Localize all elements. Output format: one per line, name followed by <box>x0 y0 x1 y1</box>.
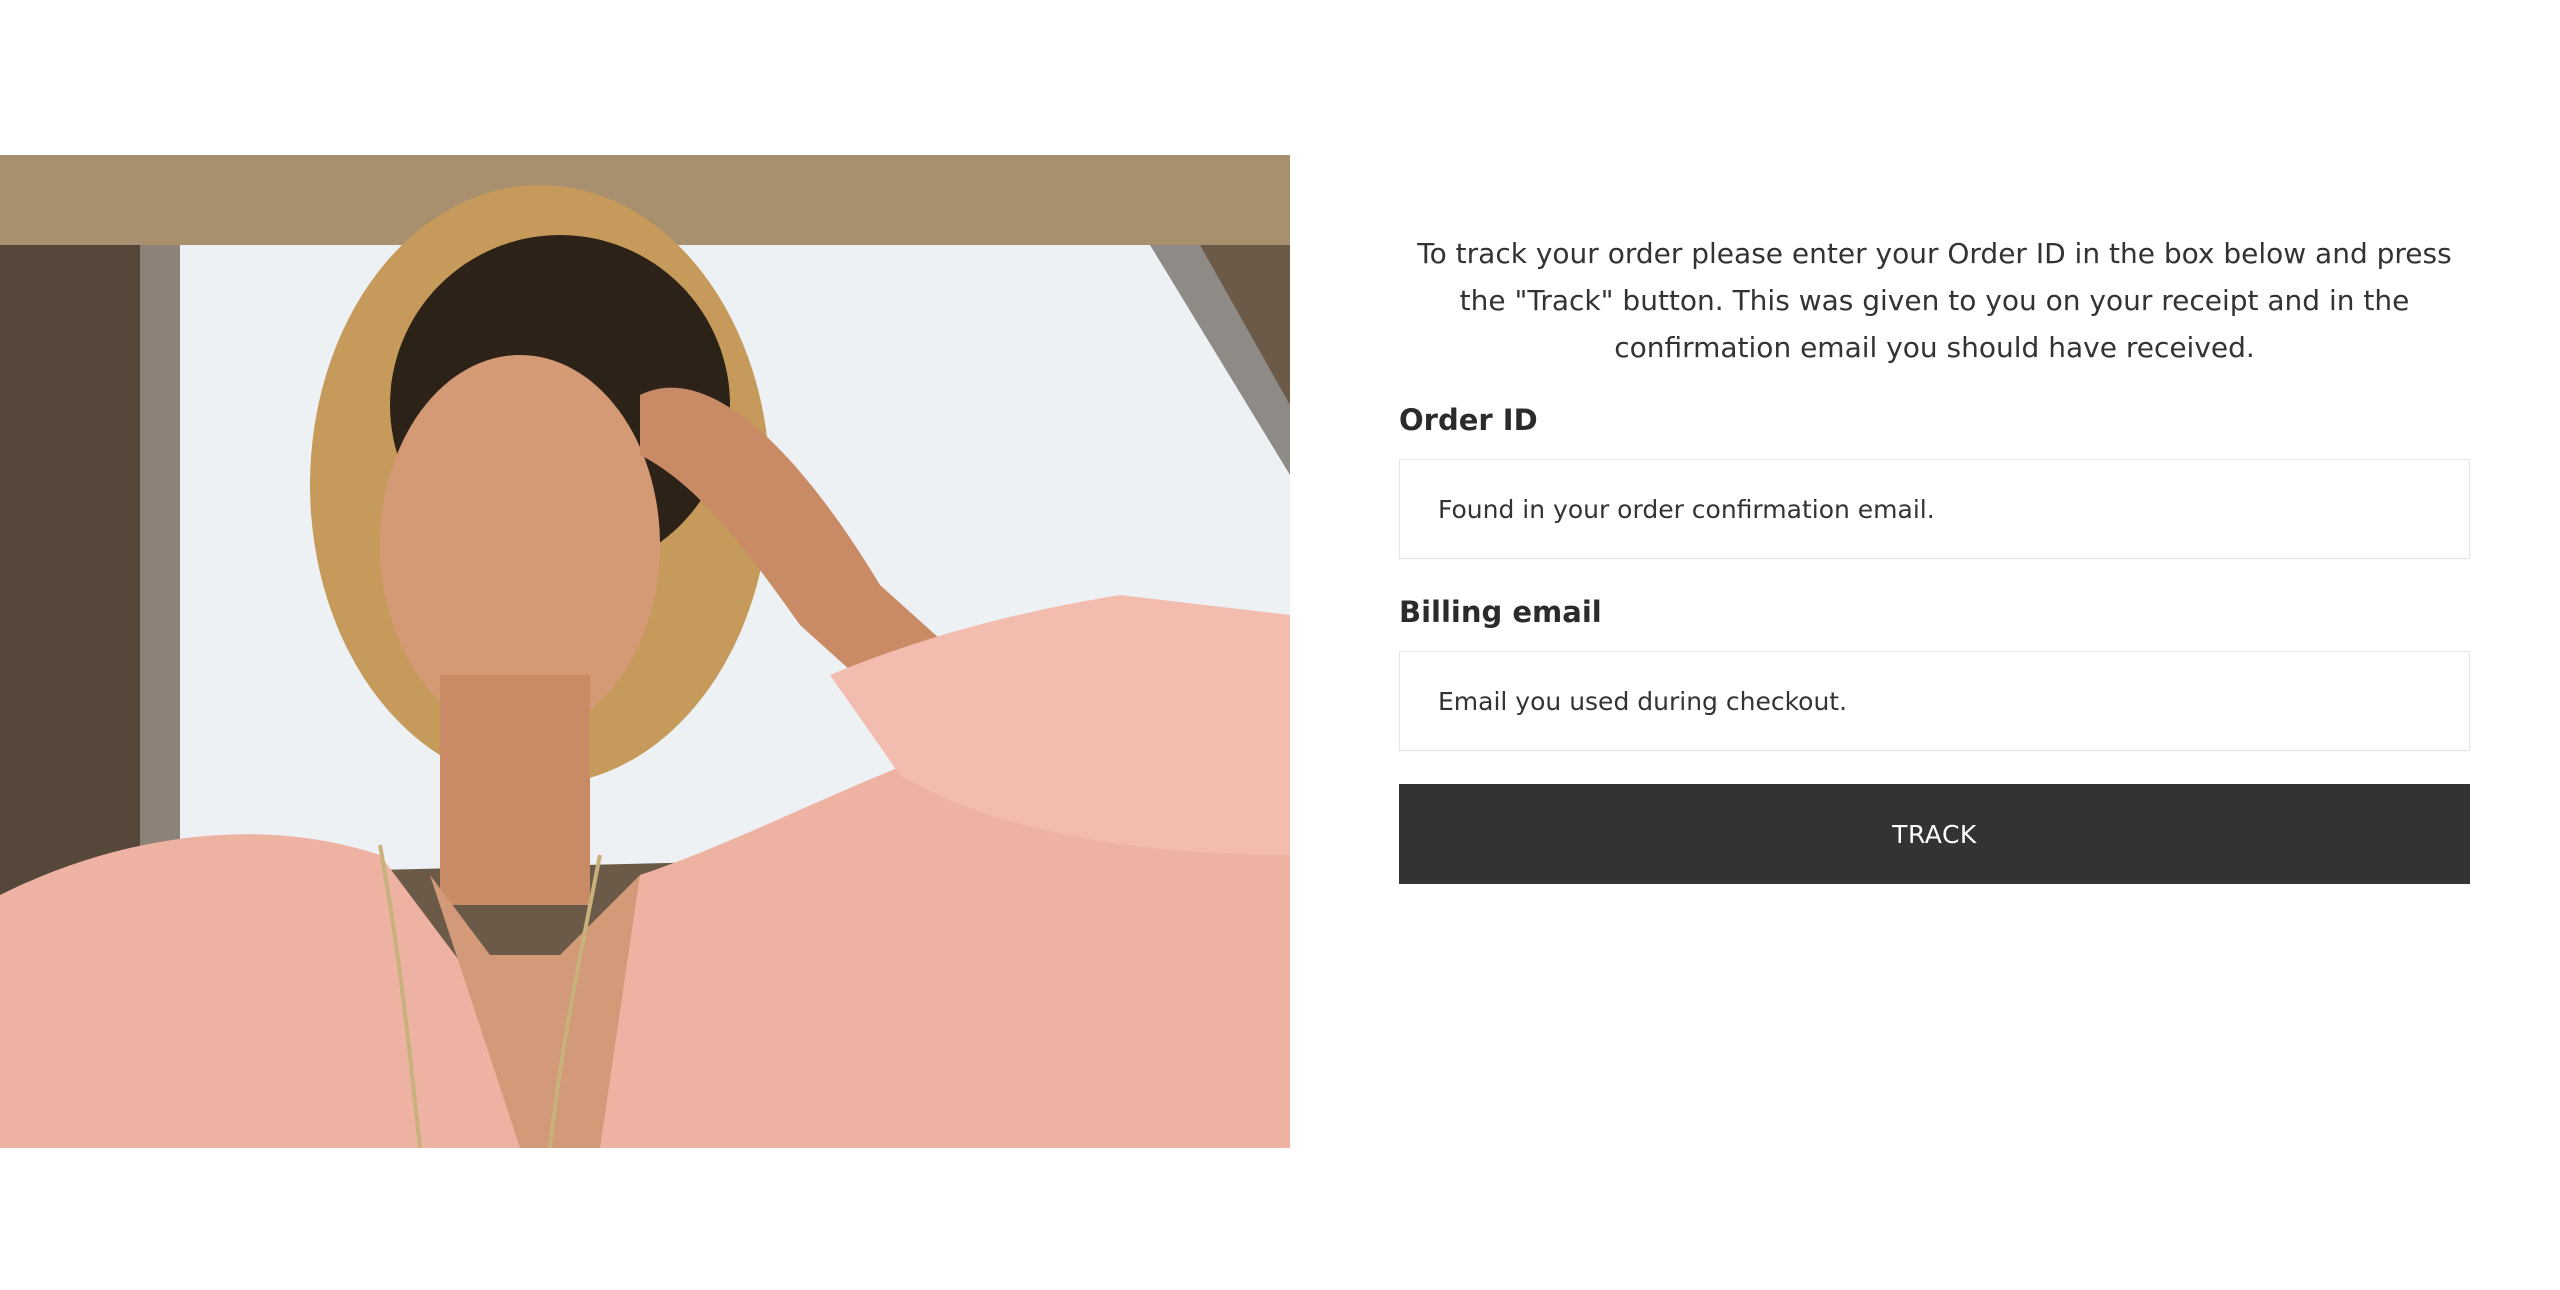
billing-email-label: Billing email <box>1399 595 1602 629</box>
track-button[interactable]: TRACK <box>1399 784 2470 884</box>
billing-email-input[interactable] <box>1436 685 2469 717</box>
tracking-instructions: To track your order please enter your Or… <box>1417 237 2452 364</box>
order-id-field-container <box>1399 459 2470 559</box>
order-id-label: Order ID <box>1399 403 1538 437</box>
photo-illustration <box>0 155 1290 1148</box>
order-id-input[interactable] <box>1436 493 2469 525</box>
billing-email-field-container <box>1399 651 2470 751</box>
order-tracking-page: To track your order please enter your Or… <box>0 0 2560 1290</box>
hero-photo <box>0 155 1290 1148</box>
order-tracking-form: To track your order please enter your Or… <box>1399 230 2470 884</box>
